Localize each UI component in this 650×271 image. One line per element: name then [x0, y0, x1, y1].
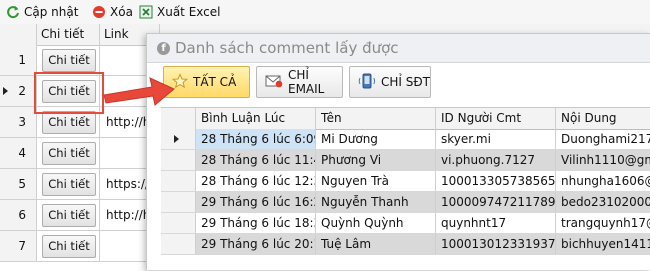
cell-time[interactable]: 28 Tháng 6 lúc 11:43 [196, 150, 316, 170]
cell-user-id[interactable]: 100013012331937 [436, 234, 556, 254]
column-header-user-id[interactable]: ID Người Cmt [436, 108, 556, 129]
row-selector[interactable] [161, 150, 196, 170]
row-number: 7 [0, 231, 37, 261]
row-selector[interactable] [161, 171, 196, 191]
table-row[interactable]: 29 Tháng 6 lúc 16:26 Nguyễn Thanh 100009… [161, 192, 650, 213]
tab-email-only[interactable]: CHỈ EMAIL [256, 66, 343, 98]
detail-button[interactable]: Chi tiết [42, 111, 96, 134]
comment-list-dialog: f Danh sách comment lấy được TẤT CẢ CHỈ … [146, 33, 650, 270]
excel-icon [139, 5, 153, 19]
detail-button[interactable]: Chi tiết [42, 173, 96, 196]
cell-time[interactable]: 29 Tháng 6 lúc 16:26 [196, 192, 316, 212]
refresh-icon [6, 5, 20, 19]
cell-name[interactable]: Mi Dương [316, 129, 436, 149]
cell-name[interactable]: Quỳnh Quỳnh [316, 213, 436, 233]
cell-name[interactable]: Tuệ Lâm [316, 234, 436, 254]
tab-label: CHỈ EMAIL [288, 68, 325, 96]
cell-time[interactable]: 28 Tháng 6 lúc 6:09 [196, 129, 316, 149]
detail-button[interactable]: Chi tiết [42, 142, 96, 165]
column-header-detail[interactable]: Chi tiết [37, 24, 100, 45]
detail-button[interactable]: Chi tiết [42, 49, 96, 72]
row-number: 1 [0, 45, 37, 75]
comment-grid: Bình Luận Lúc Tên ID Người Cmt Nội Dung … [161, 107, 650, 271]
export-label: Xuất Excel [157, 5, 221, 19]
cell-name[interactable]: Nguyễn Thanh [316, 192, 436, 212]
refresh-button[interactable]: Cập nhật [6, 3, 78, 21]
tab-phone-only[interactable]: CHỈ SĐT [349, 66, 431, 98]
dialog-title: Danh sách comment lấy được [175, 39, 399, 57]
callout-arrow-icon [103, 77, 175, 106]
link-cell: http://h [106, 208, 151, 222]
cell-user-id[interactable]: 100013305738565 [436, 171, 556, 191]
table-row[interactable]: 28 Tháng 6 lúc 11:43 Phương Vi vi.phuong… [161, 150, 650, 171]
current-row-arrow-icon [3, 87, 8, 95]
column-header-name[interactable]: Tên [316, 108, 436, 129]
cell-content[interactable]: nhungha1606@g [556, 171, 650, 191]
cell-user-id[interactable]: 100009747211789 [436, 192, 556, 212]
highlight-box [34, 72, 104, 114]
toolbar: Cập nhật Xóa Xuất Excel [0, 0, 650, 25]
cell-name[interactable]: Nguyen Trà [316, 171, 436, 191]
row-number: 4 [0, 138, 37, 168]
column-header-content[interactable]: Nội Dung [556, 108, 650, 129]
row-selector[interactable] [161, 213, 196, 233]
cell-content[interactable]: trangquynh17@ [556, 213, 650, 233]
facebook-icon: f [157, 42, 170, 55]
comment-grid-header: Bình Luận Lúc Tên ID Người Cmt Nội Dung [161, 108, 650, 130]
cell-user-id[interactable]: quynhnt17 [436, 213, 556, 233]
table-row[interactable]: 28 Tháng 6 lúc 12:32 Nguyen Trà 10001330… [161, 171, 650, 192]
export-excel-button[interactable]: Xuất Excel [139, 3, 221, 21]
cell-time[interactable]: 29 Tháng 6 lúc 20:19 [196, 234, 316, 254]
delete-button[interactable]: Xóa [92, 3, 133, 21]
row-selector[interactable] [161, 234, 196, 254]
row-selector[interactable] [161, 192, 196, 212]
delete-label: Xóa [110, 5, 133, 19]
current-row-arrow-icon [174, 135, 179, 143]
cell-time[interactable]: 28 Tháng 6 lúc 12:32 [196, 171, 316, 191]
delete-icon [92, 5, 106, 19]
cell-content[interactable]: bedo23102000@ [556, 192, 650, 212]
tab-label: CHỈ SĐT [381, 75, 431, 89]
filter-tabs: TẤT CẢ CHỈ EMAIL CHỈ SĐT [161, 66, 650, 98]
cell-time[interactable]: 29 Tháng 6 lúc 18:32 [196, 213, 316, 233]
phone-icon [358, 73, 376, 92]
cell-user-id[interactable]: skyer.mi [436, 129, 556, 149]
refresh-label: Cập nhật [24, 5, 79, 19]
cell-user-id[interactable]: vi.phuong.7127 [436, 150, 556, 170]
row-number: 5 [0, 169, 37, 199]
cell-content[interactable]: Vilinh1110@gma [556, 150, 650, 170]
email-icon [265, 74, 283, 91]
table-row[interactable]: 28 Tháng 6 lúc 6:09 Mi Dương skyer.mi Du… [161, 129, 650, 150]
cell-name[interactable]: Phương Vi [316, 150, 436, 170]
row-header-corner [0, 24, 37, 45]
tab-label: TẤT CẢ [193, 75, 237, 89]
cell-content[interactable]: Duonghami217@ [556, 129, 650, 149]
row-selector[interactable] [161, 129, 196, 149]
cell-content[interactable]: bichhuyen1411@ [556, 234, 650, 254]
table-row[interactable]: 29 Tháng 6 lúc 18:32 Quỳnh Quỳnh quynhnt… [161, 213, 650, 234]
detail-button[interactable]: Chi tiết [42, 204, 96, 227]
detail-button[interactable]: Chi tiết [42, 235, 96, 258]
row-number: 3 [0, 107, 37, 137]
column-header-time[interactable]: Bình Luận Lúc [196, 108, 316, 129]
table-row[interactable]: 29 Tháng 6 lúc 20:19 Tuệ Lâm 10001301233… [161, 234, 650, 255]
dialog-title-bar: f Danh sách comment lấy được [147, 34, 650, 63]
row-number: 6 [0, 200, 37, 230]
